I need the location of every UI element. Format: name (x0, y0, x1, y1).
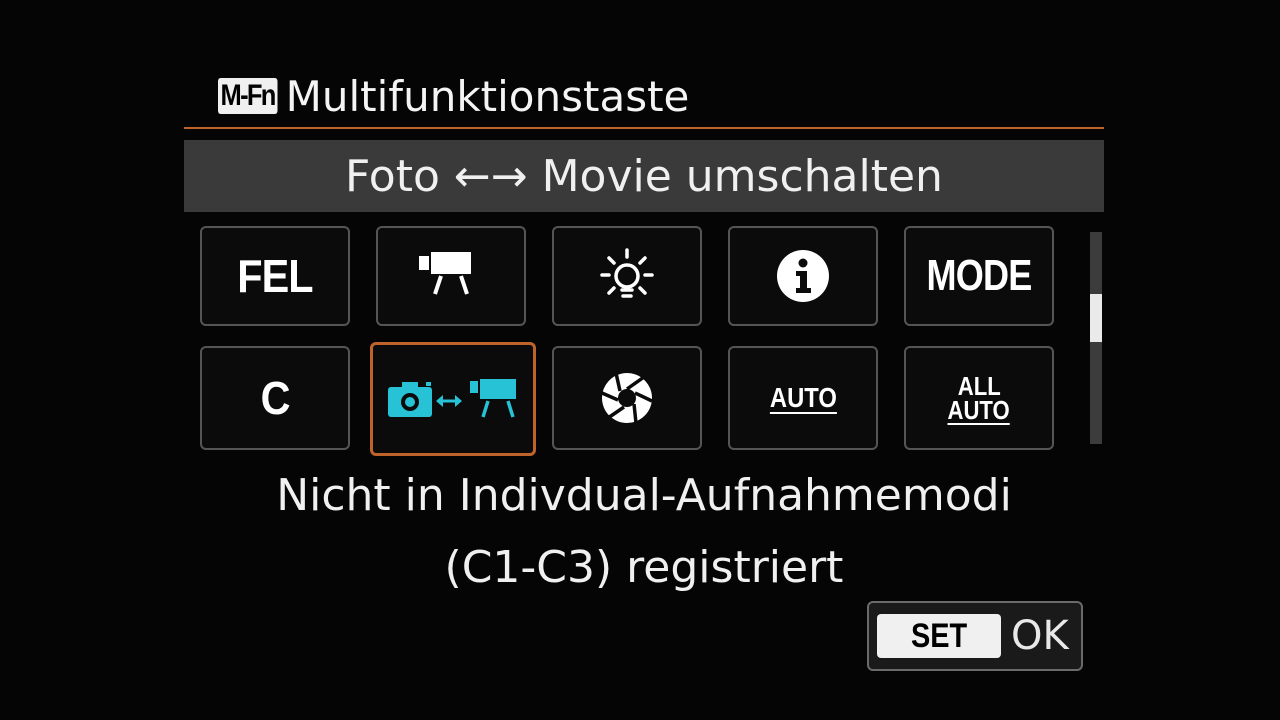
option-all-auto[interactable]: ALL AUTO (904, 346, 1054, 450)
set-ok-button[interactable]: SET OK (867, 601, 1083, 671)
option-photo-movie-switch[interactable] (370, 342, 536, 456)
mfn-badge: M-Fn (218, 78, 278, 114)
header: M-Fn Multifunktionstaste (218, 66, 689, 126)
option-auto-label: AUTO (769, 382, 837, 413)
description: Nicht in Indivdual-Aufnahmemodi (C1-C3) … (184, 460, 1104, 604)
option-mode-label: MODE (926, 251, 1033, 300)
option-info[interactable] (728, 226, 878, 326)
info-icon (777, 250, 829, 302)
page-title: Multifunktionstaste (285, 71, 690, 121)
option-c-label: C (260, 372, 290, 424)
header-divider (184, 127, 1104, 129)
photo-movie-switch-icon (388, 379, 516, 418)
option-auto[interactable]: AUTO (728, 346, 878, 450)
description-line-2: (C1-C3) registriert (444, 542, 844, 593)
option-mode[interactable]: MODE (904, 226, 1054, 326)
set-label: SET (910, 616, 968, 655)
option-fel-label: FEL (237, 250, 313, 302)
option-fel[interactable]: FEL (200, 226, 350, 326)
option-aperture[interactable] (552, 346, 702, 450)
lightbulb-icon (600, 248, 654, 298)
ok-label: OK (1011, 613, 1069, 659)
option-lcd-illumination[interactable] (552, 226, 702, 326)
all-auto-label-bottom: AUTO (947, 395, 1011, 425)
selected-function-label: Foto ←→ Movie umschalten (184, 140, 1104, 212)
option-c[interactable]: C (200, 346, 350, 450)
scrollbar[interactable] (1090, 232, 1102, 444)
all-auto-label: ALL AUTO (942, 373, 1015, 425)
set-badge: SET (877, 614, 1001, 658)
mfn-settings-screen: M-Fn Multifunktionstaste Foto ←→ Movie u… (0, 0, 1280, 720)
movie-camera-icon (419, 252, 471, 295)
option-movie-record[interactable] (376, 226, 526, 326)
description-line-1: Nicht in Indivdual-Aufnahmemodi (276, 470, 1012, 521)
scrollbar-thumb[interactable] (1090, 294, 1102, 342)
function-grid: FEL MODE C AUTO ALL AUTO (200, 226, 1060, 456)
aperture-icon (601, 372, 653, 424)
